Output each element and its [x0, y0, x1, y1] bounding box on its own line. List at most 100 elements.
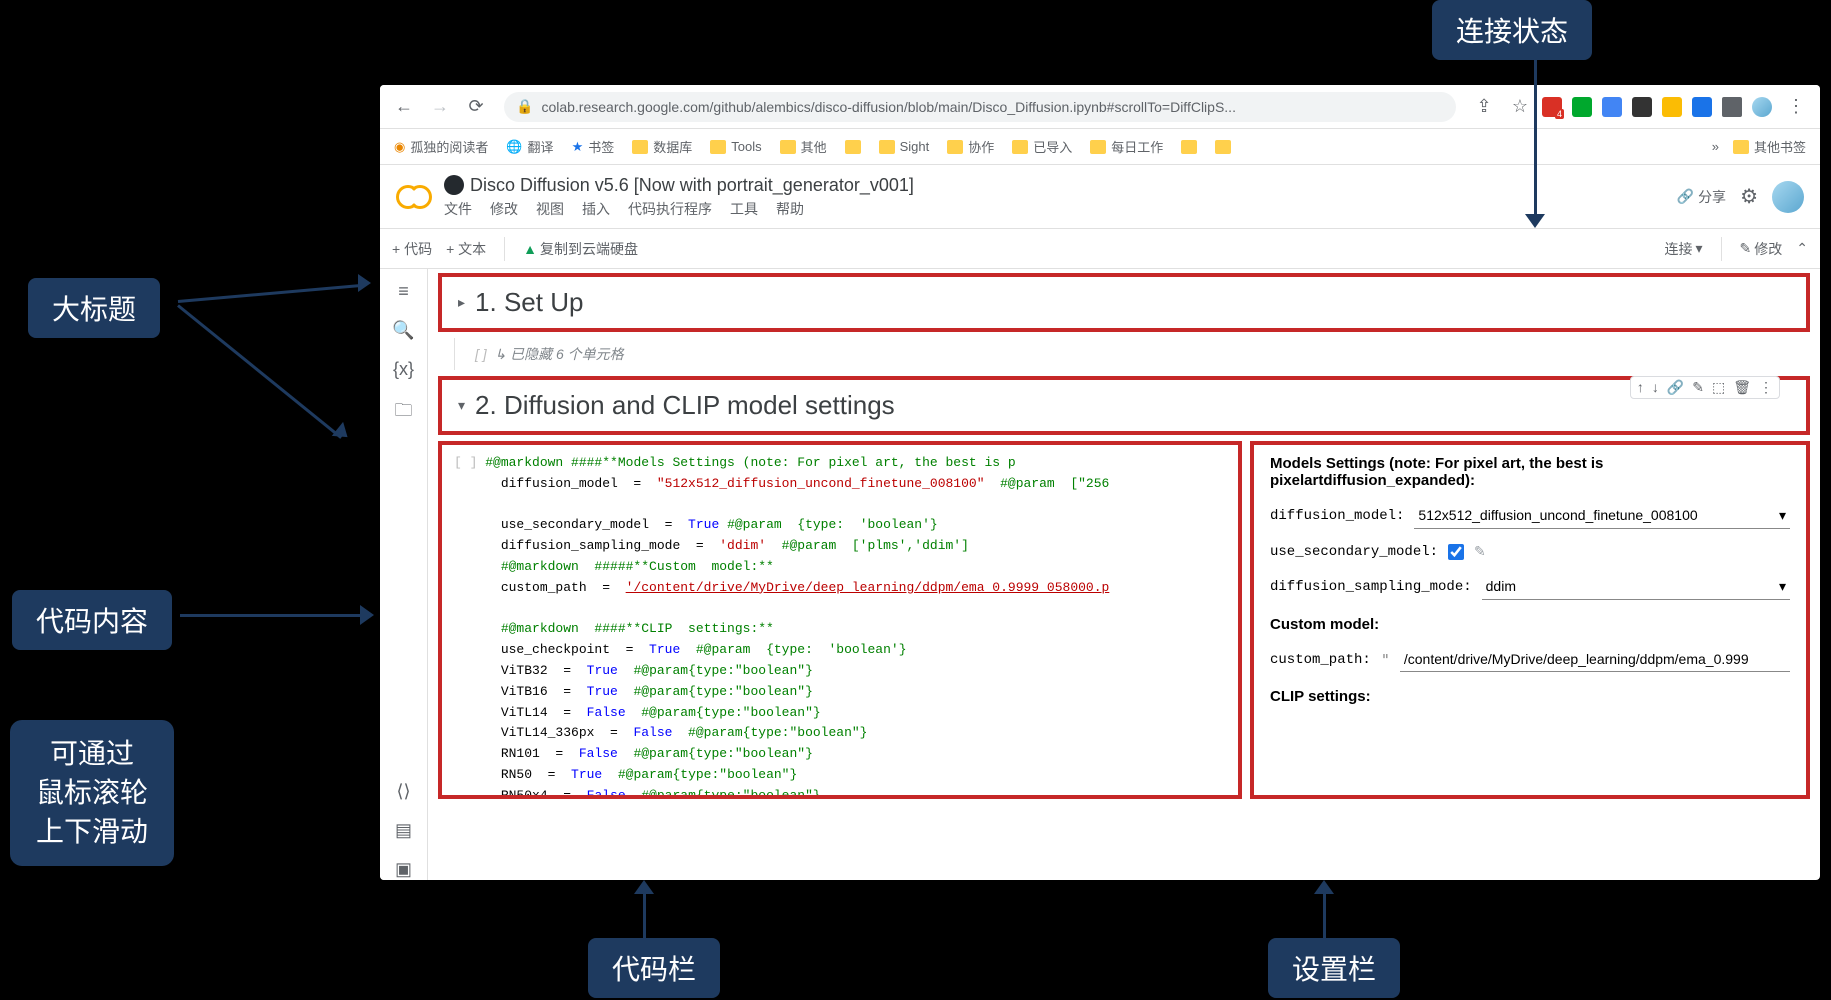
edit-button[interactable]: ✎ 修改 [1740, 239, 1783, 259]
bookmark-other[interactable]: 其他书签 [1733, 137, 1806, 156]
share-button[interactable]: 🔗分享 [1677, 187, 1726, 207]
scroll-note-l1: 可通过 [36, 734, 148, 773]
settings-gear-icon[interactable]: ⚙ [1740, 184, 1758, 209]
caret-icon[interactable]: ▾ [458, 397, 465, 414]
notebook-content[interactable]: ▸ 1. Set Up [ ] ↳ 已隐藏 6 个单元格 ↑ ↓ 🔗 ✎ ⬚ 🗑… [428, 269, 1820, 880]
search-icon[interactable]: 🔍 [392, 320, 414, 341]
collapse-button[interactable]: ⌃ [1796, 240, 1808, 257]
command-palette-icon[interactable]: ▤ [395, 820, 412, 841]
form-pane[interactable]: Models Settings (note: For pixel art, th… [1250, 441, 1810, 799]
bookmark-item[interactable] [845, 140, 861, 154]
form-label: diffusion_model: [1270, 508, 1404, 524]
ext-icon[interactable] [1692, 97, 1712, 117]
cell-tool-icon[interactable]: 🔗 [1667, 379, 1684, 396]
star-icon[interactable]: ☆ [1506, 93, 1534, 121]
arrow-line [1534, 48, 1537, 216]
colab-toolbar: + 代码 + 文本 ▲复制到云端硬盘 连接 ▾ ✎ 修改 ⌃ [380, 229, 1820, 269]
ext-icon[interactable] [1662, 97, 1682, 117]
section-2-header[interactable]: ▾ 2. Diffusion and CLIP model settings [438, 376, 1810, 435]
bookmark-item[interactable]: 每日工作 [1090, 137, 1163, 156]
nav-reload-button[interactable]: ⟳ [462, 93, 490, 121]
menu-dots[interactable]: ⋮ [1782, 93, 1810, 121]
ext-menu-icon[interactable] [1722, 97, 1742, 117]
variables-icon[interactable]: {x} [393, 359, 414, 380]
bookmark-item[interactable]: ◉孤独的阅读者 [394, 137, 488, 156]
bookmark-item[interactable]: 已导入 [1012, 137, 1072, 156]
form-label: custom_path: [1270, 652, 1371, 668]
bookmark-item[interactable]: 协作 [947, 137, 994, 156]
bookmark-item[interactable]: 其他 [780, 137, 827, 156]
files-icon[interactable]: 🗀 [395, 398, 413, 428]
caret-icon[interactable]: ▸ [458, 294, 465, 311]
menu-runtime[interactable]: 代码执行程序 [628, 199, 712, 219]
cell-toolbar: ↑ ↓ 🔗 ✎ ⬚ 🗑 ⋮ [1630, 376, 1780, 399]
connect-button[interactable]: 连接 ▾ [1665, 239, 1703, 259]
scroll-note-l3: 上下滑动 [36, 812, 148, 851]
code-pane[interactable]: [ ] #@markdown ####**Models Settings (no… [438, 441, 1242, 799]
menu-tools[interactable]: 工具 [730, 199, 758, 219]
ext-icon[interactable] [1632, 97, 1652, 117]
cell-tool-icon[interactable]: ⬚ [1712, 379, 1725, 396]
copy-to-drive-button[interactable]: ▲复制到云端硬盘 [523, 239, 638, 259]
section-2-title: 2. Diffusion and CLIP model settings [475, 390, 895, 421]
ext-icon[interactable] [1572, 97, 1592, 117]
menu-help[interactable]: 帮助 [776, 199, 804, 219]
bookmark-item[interactable]: Sight [879, 139, 930, 154]
form-row-sampling: diffusion_sampling_mode: ddim▾ [1270, 574, 1790, 600]
code-snippets-icon[interactable]: ⟨⟩ [396, 781, 410, 802]
add-text-button[interactable]: + 文本 [446, 239, 486, 259]
bookmark-item[interactable] [1215, 140, 1231, 154]
cell-tool-icon[interactable]: ⋮ [1759, 379, 1773, 396]
sampling-mode-select[interactable]: ddim▾ [1482, 574, 1790, 600]
annotation-conn-status: 连接状态 [1432, 0, 1592, 60]
form-label: diffusion_sampling_mode: [1270, 579, 1472, 595]
colab-header: Disco Diffusion v5.6 [Now with portrait_… [380, 165, 1820, 229]
form-row-custom-path: custom_path: " [1270, 647, 1790, 672]
ext-icon[interactable]: 4 [1542, 97, 1562, 117]
edit-icon[interactable]: ✎ [1474, 543, 1486, 560]
document-title[interactable]: Disco Diffusion v5.6 [Now with portrait_… [444, 175, 1665, 196]
ext-icon[interactable] [1602, 97, 1622, 117]
cell-tool-icon[interactable]: 🗑 [1733, 379, 1751, 396]
url-text: colab.research.google.com/github/alembic… [541, 99, 1236, 115]
custom-path-input[interactable] [1400, 647, 1790, 672]
secondary-model-checkbox[interactable] [1448, 544, 1464, 560]
arrow-line [643, 893, 646, 938]
menu-view[interactable]: 视图 [536, 199, 564, 219]
toc-icon[interactable]: ≡ [398, 281, 409, 302]
arrow-line [178, 284, 363, 303]
nav-back-button[interactable]: ← [390, 93, 418, 121]
bookmark-item[interactable]: 数据库 [632, 137, 692, 156]
bookmark-item[interactable]: Tools [710, 139, 761, 154]
annotation-settings-column: 设置栏 [1268, 938, 1400, 998]
menu-insert[interactable]: 插入 [582, 199, 610, 219]
menu-file[interactable]: 文件 [444, 199, 472, 219]
form-subtitle: CLIP settings: [1270, 688, 1790, 705]
profile-icon[interactable] [1752, 97, 1772, 117]
bookmark-item[interactable] [1181, 140, 1197, 154]
share-icon[interactable]: ⇪ [1470, 93, 1498, 121]
bookmark-more[interactable]: » [1712, 139, 1719, 154]
user-avatar[interactable] [1772, 181, 1804, 213]
menu-edit[interactable]: 修改 [490, 199, 518, 219]
cell-tool-icon[interactable]: ↑ [1637, 379, 1644, 396]
form-row-diffusion-model: diffusion_model: 512x512_diffusion_uncon… [1270, 503, 1790, 529]
section-1-header[interactable]: ▸ 1. Set Up [438, 273, 1810, 332]
annotation-code-content: 代码内容 [12, 590, 172, 650]
add-code-button[interactable]: + 代码 [392, 239, 432, 259]
cell-tool-icon[interactable]: ↓ [1652, 379, 1659, 396]
colab-logo[interactable] [396, 185, 432, 209]
address-bar[interactable]: 🔒 colab.research.google.com/github/alemb… [504, 92, 1456, 122]
terminal-icon[interactable]: ▣ [395, 859, 412, 880]
hidden-cells-indicator[interactable]: [ ] ↳ 已隐藏 6 个单元格 [454, 338, 1810, 370]
bookmark-item[interactable]: ★书签 [572, 137, 615, 156]
cell-tool-icon[interactable]: ✎ [1692, 379, 1704, 396]
form-subtitle: Custom model: [1270, 616, 1790, 633]
form-label: use_secondary_model: [1270, 544, 1438, 560]
nav-forward-button[interactable]: → [426, 93, 454, 121]
diffusion-model-select[interactable]: 512x512_diffusion_uncond_finetune_008100… [1414, 503, 1790, 529]
arrow-line [177, 304, 342, 438]
bookmark-item[interactable]: 🌐翻译 [506, 137, 553, 156]
bookmark-bar: ◉孤独的阅读者 🌐翻译 ★书签 数据库 Tools 其他 Sight 协作 已导… [380, 129, 1820, 165]
code-cell-row: [ ] #@markdown ####**Models Settings (no… [438, 441, 1810, 799]
